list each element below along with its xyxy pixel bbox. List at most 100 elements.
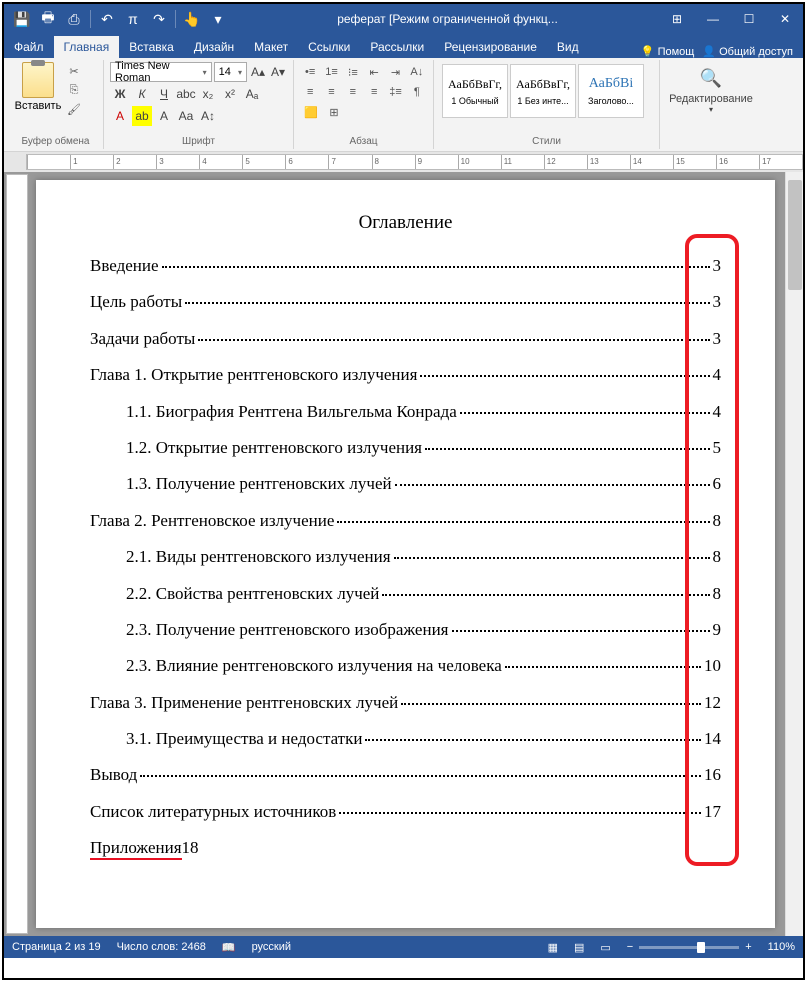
align-center-icon[interactable]: ≡ <box>321 82 341 102</box>
style-item[interactable]: АаБбВіЗаголово... <box>578 64 644 118</box>
toc-row: Список литературных источников 17 <box>90 802 721 822</box>
toc-row: 1.1. Биография Рентгена Вильгельма Конра… <box>90 402 721 422</box>
toc-row: Задачи работы 3 <box>90 329 721 349</box>
clipboard-icon <box>22 62 54 98</box>
sub-button[interactable]: x₂ <box>198 84 218 104</box>
toc-last-row: Приложения18 <box>90 838 721 860</box>
align-left-icon[interactable]: ≡ <box>300 82 320 102</box>
close-icon[interactable]: ✕ <box>767 4 803 34</box>
toc-row: 1.2. Открытие рентгеновского излучения 5 <box>90 438 721 458</box>
page-indicator[interactable]: Страница 2 из 19 <box>12 941 101 953</box>
multilevel-icon[interactable]: ⁝≡ <box>343 62 363 82</box>
statusbar: Страница 2 из 19 Число слов: 2468 📖 русс… <box>4 936 803 958</box>
change-case-icon[interactable]: Aa <box>176 106 196 126</box>
print-icon[interactable]: 🖶 <box>36 7 60 31</box>
scroll-thumb[interactable] <box>788 180 802 290</box>
font-label: Шрифт <box>110 134 287 147</box>
toc-row: Глава 2. Рентгеновское излучение 8 <box>90 511 721 531</box>
tab-insert[interactable]: Вставка <box>119 36 184 58</box>
clear-format-icon[interactable]: Aₐ <box>242 84 262 104</box>
horizontal-ruler[interactable]: 1234567891011121314151617 <box>4 152 803 172</box>
text-effects-icon[interactable]: A <box>154 106 174 126</box>
touch-icon[interactable]: 👆 <box>180 7 204 31</box>
preview-icon[interactable]: ⎙ <box>62 7 86 31</box>
sup-button[interactable]: x² <box>220 84 240 104</box>
style-item[interactable]: АаБбВвГг,1 Без инте... <box>510 64 576 118</box>
align-right-icon[interactable]: ≡ <box>343 82 363 102</box>
italic-button[interactable]: К <box>132 84 152 104</box>
minimize-icon[interactable]: — <box>695 4 731 34</box>
pi-icon[interactable]: π <box>121 7 145 31</box>
bullets-icon[interactable]: •≡ <box>300 62 320 82</box>
dropdown-icon[interactable]: ▾ <box>206 7 230 31</box>
tab-refs[interactable]: Ссылки <box>298 36 360 58</box>
view-print-icon[interactable]: ▤ <box>574 941 584 954</box>
format-painter-icon[interactable]: 🖌 <box>64 100 84 118</box>
view-web-icon[interactable]: ▭ <box>600 941 610 954</box>
spell-check-icon[interactable]: 📖 <box>222 941 236 954</box>
ribbon: Вставить ✂ ⎘ 🖌 Буфер обмена Times New Ro… <box>4 58 803 152</box>
tab-view[interactable]: Вид <box>547 36 589 58</box>
font-color-icon[interactable]: A <box>110 106 130 126</box>
document-page[interactable]: Оглавление Введение 3 Цель работы 3 Задачи… <box>36 180 775 928</box>
font-name-select[interactable]: Times New Roman▾ <box>110 62 212 82</box>
tell-me[interactable]: 💡 Помощ <box>641 45 695 58</box>
shrink-font-icon[interactable]: A▾ <box>269 62 287 82</box>
tab-home[interactable]: Главная <box>54 36 120 58</box>
underline-button[interactable]: Ч <box>154 84 174 104</box>
tab-design[interactable]: Дизайн <box>184 36 244 58</box>
sort-icon[interactable]: A↓ <box>407 62 427 82</box>
highlight-icon[interactable]: ab <box>132 106 152 126</box>
language-indicator[interactable]: русский <box>252 941 291 953</box>
maximize-icon[interactable]: ☐ <box>731 4 767 34</box>
toc-row: Глава 3. Применение рентгеновских лучей … <box>90 693 721 713</box>
styles-gallery[interactable]: АаБбВвГг,1 ОбычныйАаБбВвГг,1 Без инте...… <box>440 62 653 120</box>
undo-icon[interactable]: ↶ <box>95 7 119 31</box>
save-icon[interactable]: 💾 <box>10 7 34 31</box>
share-button[interactable]: 👤 Общий доступ <box>702 45 793 58</box>
titlebar: 💾 🖶 ⎙ ↶ π ↷ 👆 ▾ реферат [Режим ограничен… <box>4 4 803 34</box>
justify-icon[interactable]: ≡ <box>364 82 384 102</box>
toc-row: Введение 3 <box>90 256 721 276</box>
toc-row: 2.2. Свойства рентгеновских лучей 8 <box>90 584 721 604</box>
tab-file[interactable]: Файл <box>4 36 54 58</box>
style-item[interactable]: АаБбВвГг,1 Обычный <box>442 64 508 118</box>
paste-button[interactable]: Вставить <box>14 62 62 118</box>
toc-row: Вывод 16 <box>90 765 721 785</box>
numbering-icon[interactable]: 1≡ <box>321 62 341 82</box>
toc-row: 1.3. Получение рентгеновских лучей 6 <box>90 474 721 494</box>
table-of-contents: Введение 3 Цель работы 3 Задачи работы 3 Гл… <box>90 256 721 822</box>
font-size-select[interactable]: 14▾ <box>214 62 247 82</box>
cut-icon[interactable]: ✂ <box>64 62 84 80</box>
decrease-indent-icon[interactable]: ⇤ <box>364 62 384 82</box>
styles-label: Стили <box>440 134 653 147</box>
grow-shrink-icon[interactable]: A↕ <box>198 106 218 126</box>
grow-font-icon[interactable]: A▴ <box>249 62 267 82</box>
clipboard-label: Буфер обмена <box>14 134 97 147</box>
shading-icon[interactable]: 🟨 <box>300 102 322 122</box>
borders-icon[interactable]: ⊞ <box>323 102 345 122</box>
bold-button[interactable]: Ж <box>110 84 130 104</box>
zoom-level[interactable]: 110% <box>768 941 795 953</box>
toc-row: Глава 1. Открытие рентгеновского излучен… <box>90 365 721 385</box>
tab-review[interactable]: Рецензирование <box>434 36 547 58</box>
increase-indent-icon[interactable]: ⇥ <box>385 62 405 82</box>
line-spacing-icon[interactable]: ‡≡ <box>385 82 405 102</box>
editing-button[interactable]: 🔍 Редактирование ▾ <box>666 62 756 114</box>
redo-icon[interactable]: ↷ <box>147 7 171 31</box>
word-count[interactable]: Число слов: 2468 <box>117 941 206 953</box>
ribbon-options-icon[interactable]: ⊞ <box>659 4 695 34</box>
show-marks-icon[interactable]: ¶ <box>407 82 427 102</box>
copy-icon[interactable]: ⎘ <box>64 81 84 99</box>
tab-layout[interactable]: Макет <box>244 36 298 58</box>
toc-row: 2.3. Влияние рентгеновского излучения на… <box>90 656 721 676</box>
vertical-ruler[interactable] <box>6 174 28 934</box>
window-title: реферат [Режим ограниченной функц... <box>236 12 659 26</box>
tab-mail[interactable]: Рассылки <box>360 36 434 58</box>
strike-button[interactable]: abc <box>176 84 196 104</box>
zoom-slider[interactable]: −+ <box>627 941 752 953</box>
toc-title: Оглавление <box>90 212 721 234</box>
toc-row: Цель работы 3 <box>90 292 721 312</box>
vertical-scrollbar[interactable] <box>785 172 803 936</box>
view-read-icon[interactable]: ▦ <box>548 941 558 954</box>
